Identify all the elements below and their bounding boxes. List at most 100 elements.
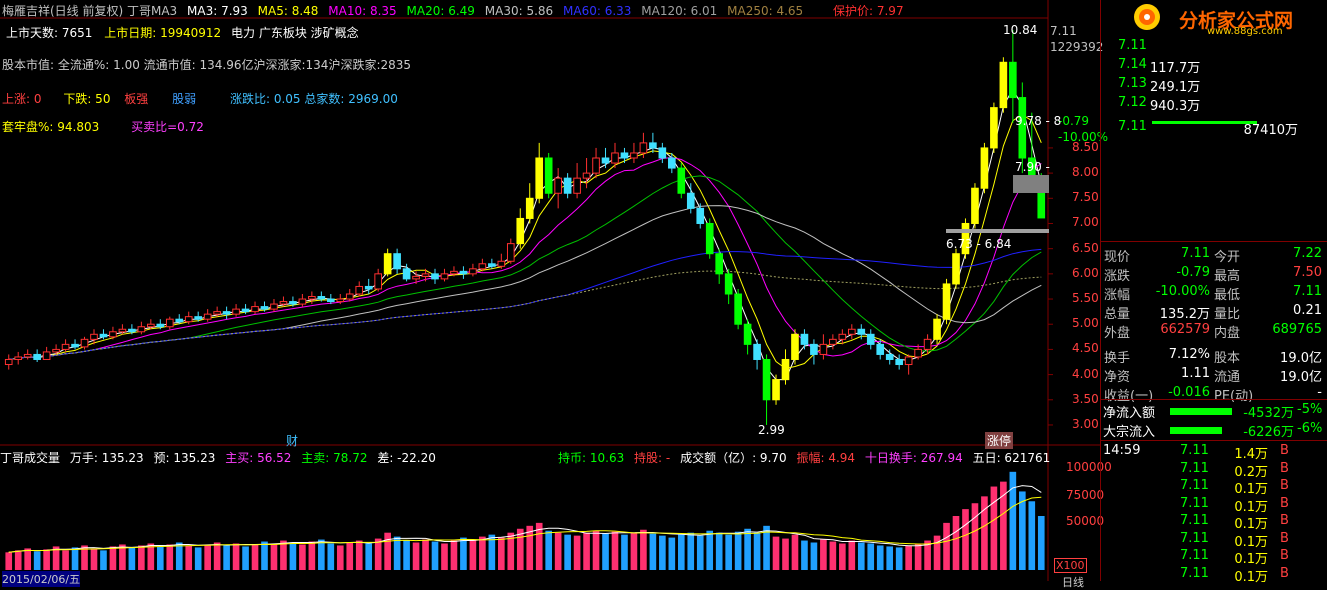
axis-change: -0.79 xyxy=(1058,114,1090,128)
candle-body xyxy=(421,273,430,277)
volume-wuri: 五日: 621761 xyxy=(972,451,1051,465)
tick-price: 7.11 xyxy=(1180,460,1209,476)
quote-label: 今开 xyxy=(1214,250,1241,265)
candle-body xyxy=(156,323,165,328)
volume-bar xyxy=(962,509,969,570)
candle-body xyxy=(213,311,221,315)
order-price: 7.12 xyxy=(1118,95,1147,110)
candle-body xyxy=(128,328,136,333)
price-axis-label: 6.50 xyxy=(1072,240,1099,255)
candle-body xyxy=(847,328,856,335)
candle-body xyxy=(952,253,960,285)
volume-bar xyxy=(460,537,467,570)
volume-bar xyxy=(564,534,571,570)
candle-body xyxy=(696,207,705,224)
ma3-value: MA3: 7.93 xyxy=(187,4,248,18)
volume-bar xyxy=(185,545,193,570)
candle-body xyxy=(326,298,335,303)
candle-body xyxy=(601,157,610,164)
candle-body xyxy=(810,343,818,355)
quote-value: -0.79 xyxy=(1176,265,1210,280)
axis-volume-value: 1229392 xyxy=(1050,40,1104,54)
candle-body xyxy=(857,328,866,335)
volume-bar xyxy=(384,532,391,570)
quote-value: 19.0亿 xyxy=(1280,370,1322,385)
tick-side: B xyxy=(1280,460,1289,476)
volume-bar xyxy=(611,531,619,570)
flow-bar xyxy=(1170,427,1222,434)
tick-price: 7.11 xyxy=(1180,548,1209,563)
volume-bar xyxy=(725,534,732,570)
tick-side: B xyxy=(1280,530,1289,546)
tick-volume: 0.1万 xyxy=(1234,517,1268,532)
annotation-zhangting: 涨停 xyxy=(985,432,1014,449)
candle-body xyxy=(611,152,619,164)
ma20-value: MA20: 6.49 xyxy=(406,4,475,18)
up-down-ratio: 涨跌比: 0.05 总家数: 2969.00 xyxy=(229,92,398,106)
volume-bar xyxy=(479,536,486,570)
volume-bar xyxy=(734,531,742,570)
tick-side: B xyxy=(1280,443,1289,458)
candle-body xyxy=(743,323,752,345)
candle-body xyxy=(923,338,932,350)
candle-body xyxy=(298,298,307,305)
tick-price: 7.11 xyxy=(1180,565,1209,581)
candle-body xyxy=(516,217,525,245)
date-label: 2015/02/06/五 xyxy=(2,571,81,587)
candle-body xyxy=(933,318,941,340)
candle-body xyxy=(904,356,913,366)
candle-body xyxy=(980,147,989,189)
volume-bar xyxy=(90,548,98,570)
volume-bar xyxy=(886,546,894,570)
candle-body xyxy=(525,197,534,219)
candle-body xyxy=(639,142,648,154)
price-axis-label: 3.00 xyxy=(1072,416,1099,431)
quote-value: 7.12% xyxy=(1168,347,1210,362)
order-price: 7.14 xyxy=(1118,57,1147,72)
order-volume: 940.3万 xyxy=(1150,99,1201,114)
candle-body xyxy=(260,306,269,310)
candle-body xyxy=(535,157,544,199)
order-bar xyxy=(1152,121,1257,124)
volume-header-right: 持币: 10.63 持股: - 成交额（亿）: 9.70 振幅: 4.94 十日… xyxy=(558,449,1056,466)
tick-time: 14:59 xyxy=(1103,443,1141,458)
board-strong: 板强 xyxy=(124,92,149,106)
divider-flow xyxy=(1100,399,1327,400)
ma30-line xyxy=(8,205,1042,360)
volume-chibi: 持币: 10.63 xyxy=(558,451,625,465)
volume-bar xyxy=(422,539,429,570)
quote-value: 135.2万 xyxy=(1159,307,1210,322)
volume-bar xyxy=(318,539,325,570)
volume-bar xyxy=(336,545,344,570)
volume-bar xyxy=(128,547,136,570)
volume-bar xyxy=(403,540,410,570)
ma30-value: MA30: 5.86 xyxy=(484,4,554,18)
quote-label: 流通 xyxy=(1214,370,1241,385)
candle-body xyxy=(1009,61,1017,99)
period-label: 日线 xyxy=(1062,576,1084,589)
up-count: 上涨: 0 xyxy=(2,92,42,106)
protect-price: 保护价: 7.97 xyxy=(833,4,904,18)
candle-body xyxy=(592,157,600,174)
candle-body xyxy=(544,157,553,194)
tick-side: B xyxy=(1280,513,1289,528)
quote-value: 689765 xyxy=(1272,322,1322,337)
volume-bar xyxy=(441,543,448,570)
volume-bar xyxy=(431,541,439,570)
volume-bar xyxy=(374,538,382,570)
candle-body xyxy=(658,147,667,159)
volume-bar xyxy=(1028,501,1036,570)
quote-label: 最低 xyxy=(1214,288,1241,303)
candle-body xyxy=(71,343,79,348)
candle-body xyxy=(308,296,316,300)
candle-body xyxy=(971,187,979,224)
list-days: 上市天数: 7651 xyxy=(6,26,93,40)
annotation-high: 10.84 xyxy=(1003,23,1038,37)
candle-body xyxy=(175,318,184,323)
quote-label: 总量 xyxy=(1104,307,1131,322)
candle-body xyxy=(990,107,998,149)
volume-title: 丁哥成交量 xyxy=(0,451,61,465)
flow-value: -4532万 xyxy=(1243,406,1294,421)
volume-bar xyxy=(829,541,837,570)
candle-body xyxy=(4,358,13,366)
